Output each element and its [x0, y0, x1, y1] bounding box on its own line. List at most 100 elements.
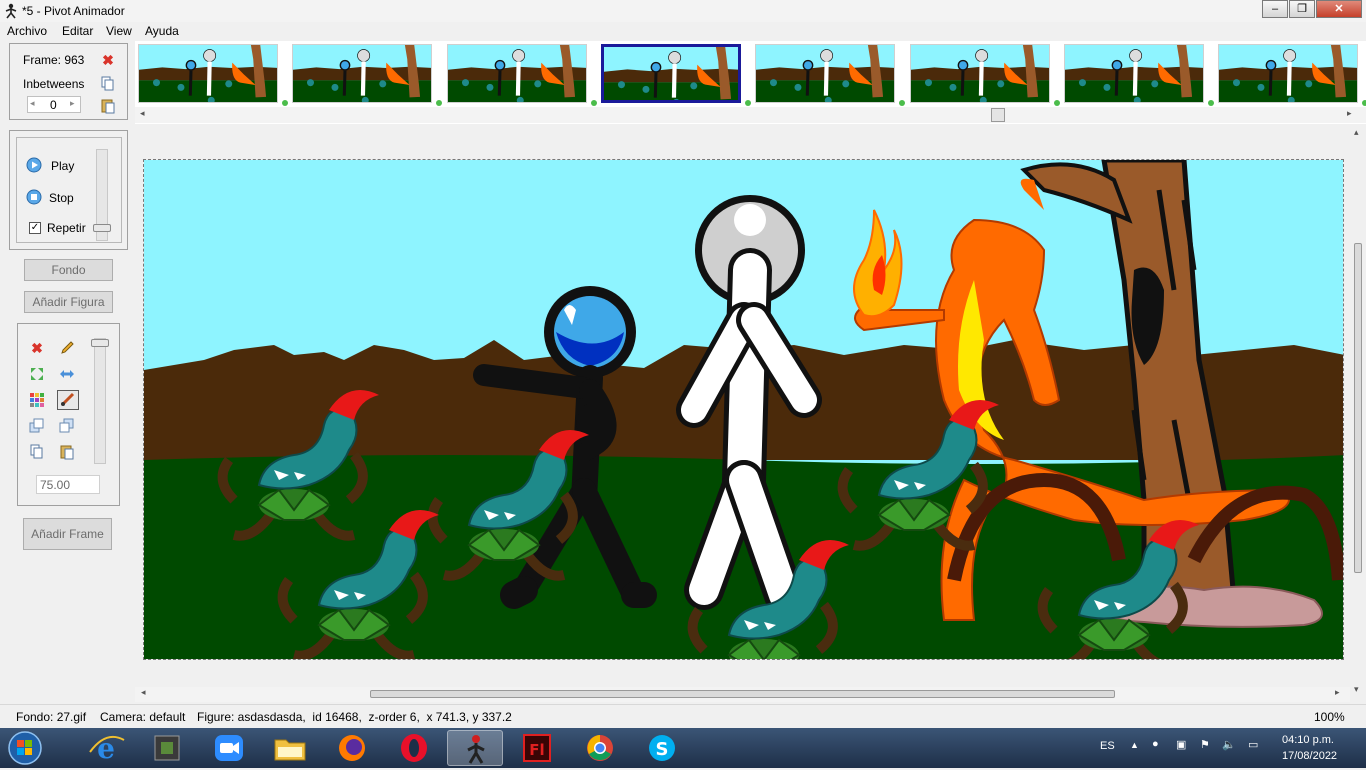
- pivot-app-icon: [5, 3, 17, 19]
- flag-tray-icon[interactable]: ⚑: [1200, 738, 1210, 751]
- speed-slider-thumb[interactable]: [93, 224, 111, 232]
- status-zoom: 100%: [1314, 710, 1345, 724]
- pivot-animator-taskbar-icon[interactable]: [447, 730, 503, 766]
- opera-icon[interactable]: [386, 730, 442, 766]
- frame-marker-dot: [744, 100, 751, 106]
- device-tray-icon[interactable]: ▣: [1176, 738, 1186, 751]
- stop-label[interactable]: Stop: [49, 191, 74, 205]
- timeline-frame-thumbnail[interactable]: [446, 44, 587, 103]
- canvas-scroll-left[interactable]: ◂: [141, 687, 146, 698]
- spinner-right-arrow[interactable]: ▸: [70, 98, 75, 109]
- canvas-vscroll-thumb[interactable]: [1354, 243, 1362, 573]
- status-fondo: Fondo: 27.gif: [16, 710, 87, 724]
- timeline-scrollbar[interactable]: ◂ ▸: [135, 107, 1366, 123]
- scale-slider-track[interactable]: [94, 338, 106, 464]
- svg-text:Fl: Fl: [529, 741, 544, 759]
- timeline-scroll-right[interactable]: ▸: [1347, 108, 1352, 119]
- playback-panel: Play Stop ✓ Repetir: [9, 130, 128, 250]
- timeline-frame-thumbnail[interactable]: [138, 44, 278, 103]
- add-figure-button[interactable]: Añadir Figura: [24, 291, 113, 313]
- frame-marker-dot: [1207, 100, 1214, 106]
- color-figure-icon[interactable]: [29, 392, 45, 408]
- display-tray-icon[interactable]: ▭: [1248, 738, 1258, 751]
- repeat-checkbox[interactable]: ✓: [29, 222, 41, 234]
- start-button[interactable]: [6, 730, 44, 766]
- close-window-button[interactable]: ✕: [1316, 0, 1362, 18]
- timeline-scroll-thumb[interactable]: [991, 108, 1005, 122]
- menu-ayuda[interactable]: Ayuda: [145, 24, 179, 38]
- flash-icon[interactable]: Fl: [510, 730, 566, 766]
- timeline-frame-thumbnail[interactable]: [755, 44, 896, 103]
- scale-slider-thumb[interactable]: [91, 339, 109, 347]
- frame-marker-dot: [282, 100, 288, 106]
- copy-figure-icon[interactable]: [29, 444, 45, 460]
- frame-marker-dot: [590, 100, 597, 106]
- add-frame-button[interactable]: Añadir Frame: [23, 518, 112, 550]
- menu-archivo[interactable]: Archivo: [7, 24, 47, 38]
- timeline-frame-thumbnail[interactable]: [600, 44, 741, 103]
- canvas-scroll-up[interactable]: ▴: [1354, 127, 1359, 138]
- frame-marker-dot: [436, 100, 443, 106]
- inbetweens-value: 0: [50, 98, 57, 112]
- stop-icon[interactable]: [26, 189, 42, 205]
- flip-figure-icon[interactable]: [59, 366, 75, 382]
- brush-tool-icon[interactable]: [57, 390, 79, 410]
- minimize-button[interactable]: –: [1262, 0, 1288, 18]
- status-figure: Figure: asdasdasda, id 16468, z-order 6,…: [197, 710, 512, 724]
- play-label[interactable]: Play: [51, 159, 74, 173]
- delete-figure-icon[interactable]: ✖: [29, 340, 45, 356]
- canvas-scroll-right[interactable]: ▸: [1335, 687, 1340, 698]
- repeat-label[interactable]: Repetir: [47, 221, 86, 235]
- canvas-hscrollbar[interactable]: ◂ ▸: [135, 687, 1350, 702]
- timeline-frame-thumbnail[interactable]: [292, 44, 433, 103]
- timeline-frame-thumbnail[interactable]: [909, 44, 1050, 103]
- timeline-frame-thumbnail[interactable]: [1218, 44, 1359, 103]
- delete-frame-icon[interactable]: ✖: [100, 52, 116, 68]
- send-back-icon[interactable]: [59, 418, 75, 434]
- menu-view[interactable]: View: [106, 24, 132, 38]
- animation-stage[interactable]: [143, 159, 1344, 660]
- paste-figure-icon[interactable]: [59, 444, 75, 460]
- language-indicator[interactable]: ES: [1100, 740, 1115, 752]
- skype-icon[interactable]: S: [634, 730, 690, 766]
- spinner-left-arrow[interactable]: ◂: [30, 98, 35, 109]
- scale-input[interactable]: 75.00: [36, 475, 100, 494]
- file-explorer-icon[interactable]: [262, 730, 318, 766]
- taskbar: e Fl S ES ▲ ● ▣ ⚑ 🔈 ▭ 04:10 p.m. 17/08/2…: [0, 728, 1366, 768]
- firefox-icon[interactable]: [324, 730, 380, 766]
- frame-marker-dot: [1362, 100, 1366, 106]
- fondo-button[interactable]: Fondo: [24, 259, 113, 281]
- timeline-scroll-left[interactable]: ◂: [140, 108, 145, 119]
- zoom-icon[interactable]: [201, 730, 257, 766]
- clock-date[interactable]: 17/08/2022: [1282, 750, 1337, 762]
- frame-timeline[interactable]: ◂ ▸: [135, 41, 1366, 124]
- copy-frame-icon[interactable]: [100, 76, 116, 92]
- canvas-scroll-down[interactable]: ▾: [1354, 684, 1359, 695]
- internet-explorer-icon[interactable]: e: [78, 730, 134, 766]
- timeline-frame-thumbnail[interactable]: [1063, 44, 1204, 103]
- tray-expand-icon[interactable]: ▲: [1130, 740, 1139, 750]
- clock-time[interactable]: 04:10 p.m.: [1282, 734, 1334, 746]
- inbetweens-spinner[interactable]: ◂ 0 ▸: [27, 96, 81, 113]
- status-bar: Fondo: 27.gif Camera: default Figure: as…: [0, 704, 1366, 728]
- network-tray-icon[interactable]: ●: [1152, 738, 1159, 750]
- bring-front-icon[interactable]: [29, 418, 45, 434]
- frame-marker-dot: [899, 100, 906, 106]
- center-figure-icon[interactable]: [29, 366, 45, 382]
- svg-text:S: S: [656, 739, 669, 760]
- minecraft-icon[interactable]: [139, 730, 195, 766]
- canvas-hscroll-thumb[interactable]: [370, 690, 1115, 698]
- canvas-vscrollbar[interactable]: ▴ ▾: [1350, 125, 1366, 700]
- volume-tray-icon[interactable]: 🔈: [1222, 738, 1236, 751]
- edit-figure-icon[interactable]: [59, 340, 75, 356]
- play-icon[interactable]: [26, 157, 42, 173]
- chrome-icon[interactable]: [572, 730, 628, 766]
- paste-frame-icon[interactable]: [100, 98, 116, 114]
- frame-panel: Frame: 963 ✖ Inbetweens ◂ 0 ▸: [9, 43, 128, 120]
- menu-editar[interactable]: Editar: [62, 24, 93, 38]
- title-bar: *5 - Pivot Animador – ❐ ✕: [0, 0, 1366, 22]
- scene-drawing: [144, 160, 1343, 659]
- frame-marker-dot: [1053, 100, 1060, 106]
- maximize-button[interactable]: ❐: [1289, 0, 1315, 18]
- status-camera: Camera: default: [100, 710, 186, 724]
